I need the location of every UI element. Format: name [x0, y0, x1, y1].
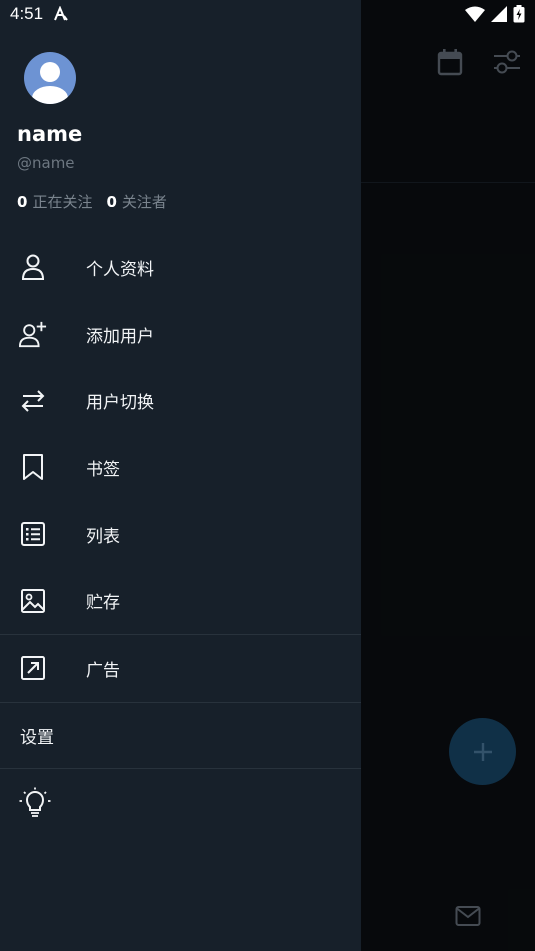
swap-icon: [19, 387, 47, 415]
external-link-icon: [19, 654, 47, 682]
follow-stats: 0 正在关注 0 关注者: [17, 191, 167, 212]
list-icon: [19, 520, 47, 548]
menu-item-storage[interactable]: 贮存: [0, 567, 361, 634]
lightbulb-icon: [19, 787, 51, 817]
add-user-icon: [19, 320, 47, 348]
menu-item-ads[interactable]: 广告: [0, 635, 361, 702]
following-link[interactable]: 0 正在关注: [17, 191, 92, 212]
menu-item-label: 用户切换: [86, 393, 154, 414]
menu-item-bookmarks[interactable]: 书签: [0, 434, 361, 501]
user-handle: @name: [17, 154, 75, 172]
followers-label: 关注者: [121, 193, 167, 211]
followers-count: 0: [106, 193, 117, 211]
menu-item-label: 书签: [86, 459, 120, 480]
status-time: 4:51: [10, 4, 44, 23]
drawer-menu: 个人资料 添加用户 用户切换 书签 列表 贮存 广告 设置: [0, 234, 361, 835]
followers-link[interactable]: 0 关注者: [106, 191, 166, 212]
cell-signal-icon: [491, 6, 507, 22]
person-icon: [19, 253, 47, 281]
user-display-name: name: [17, 122, 83, 146]
avatar[interactable]: [24, 52, 76, 104]
navigation-drawer: name @name 0 正在关注 0 关注者 个人资料 添加用户 用户切换 书…: [0, 0, 361, 951]
menu-item-label: 广告: [86, 660, 120, 681]
menu-item-lists[interactable]: 列表: [0, 501, 361, 568]
settings-label: 设置: [20, 727, 54, 748]
app-notification-icon: [54, 6, 68, 21]
menu-item-add-user[interactable]: 添加用户: [0, 301, 361, 368]
menu-item-switch-user[interactable]: 用户切换: [0, 367, 361, 434]
bookmark-icon: [19, 453, 47, 481]
menu-item-profile[interactable]: 个人资料: [0, 234, 361, 301]
menu-item-settings[interactable]: 设置: [0, 703, 361, 768]
following-label: 正在关注: [32, 193, 93, 211]
status-bar: 4:51: [0, 0, 535, 28]
default-avatar-icon: [32, 62, 68, 104]
following-count: 0: [17, 193, 28, 211]
battery-icon: [513, 5, 525, 23]
theme-toggle-button[interactable]: [0, 769, 361, 835]
menu-item-label: 列表: [86, 526, 120, 547]
menu-item-label: 贮存: [86, 593, 120, 614]
menu-item-label: 个人资料: [86, 259, 154, 280]
wifi-icon: [465, 6, 485, 22]
image-icon: [19, 587, 47, 615]
menu-item-label: 添加用户: [86, 326, 154, 347]
